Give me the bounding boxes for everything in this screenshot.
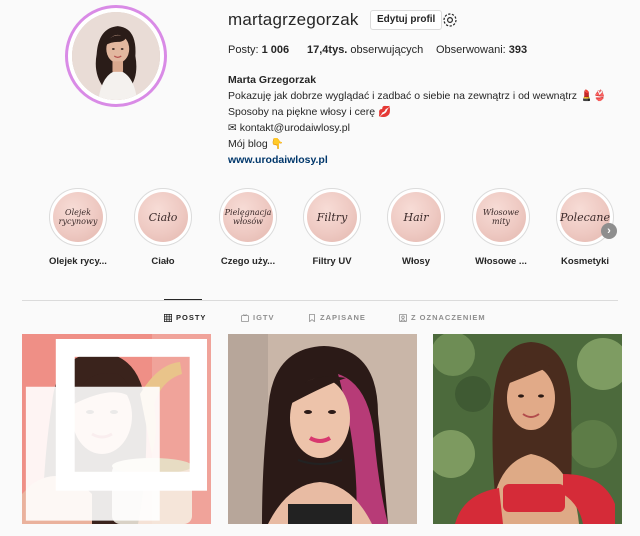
stat-following[interactable]: Obserwowani: 393 (436, 44, 527, 56)
bio-line-3: ✉ kontakt@urodaiwlosy.pl (228, 122, 350, 134)
profile-tabs: POSTY IGTV ZAPISANE Z OZNACZENIEM (0, 313, 640, 327)
highlight-ring[interactable]: Filtry (303, 188, 361, 246)
grid-icon (164, 313, 172, 322)
tab-tagged[interactable]: Z OZNACZENIEM (399, 313, 486, 322)
post-thumbnail[interactable] (22, 334, 211, 524)
highlights-next-arrow-icon[interactable]: › (601, 223, 617, 239)
bio-full-name: Marta Grzegorzak (228, 74, 317, 86)
highlight-cover: Pielęgnacja włosów (223, 192, 273, 242)
highlight-cover-text: Polecane (560, 210, 610, 224)
stat-posts-label: Posty: (228, 44, 262, 56)
tab-igtv[interactable]: IGTV (241, 313, 275, 322)
highlight-cover-text: Włosowe mity (482, 208, 520, 226)
highlight-ring[interactable]: Ciało (134, 188, 192, 246)
highlight-item[interactable]: Hair Włosy (376, 188, 456, 267)
highlight-label: Filtry UV (312, 256, 352, 267)
highlight-item[interactable]: Ciało Ciało (123, 188, 203, 267)
stat-followers-value: 17,4tys. (307, 44, 348, 56)
tabs-divider (22, 300, 618, 301)
settings-gear-icon[interactable] (441, 11, 459, 29)
highlight-ring[interactable]: Hair (387, 188, 445, 246)
tab-posts[interactable]: POSTY (164, 313, 206, 322)
stat-posts: Posty: 1 006 (228, 44, 289, 56)
highlight-label: Ciało (151, 256, 175, 267)
bio-website-link[interactable]: www.urodaiwlosy.pl (228, 152, 628, 168)
tab-saved-label: ZAPISANE (320, 313, 366, 322)
highlight-item[interactable]: Pielęgnacja włosów Czego uży... (208, 188, 288, 267)
post-image (228, 334, 417, 524)
bio-line-4: Mój blog 👇 (228, 138, 284, 150)
highlight-ring[interactable]: Włosowe mity (472, 188, 530, 246)
tab-tagged-label: Z OZNACZENIEM (411, 313, 486, 322)
highlight-cover: Hair (391, 192, 441, 242)
bio-line-2: Sposoby na piękne włosy i cerę 💋 (228, 106, 392, 118)
tab-saved[interactable]: ZAPISANE (308, 313, 366, 322)
avatar-photo (72, 12, 160, 100)
edit-profile-button[interactable]: Edytuj profil (370, 10, 443, 30)
bookmark-icon (309, 313, 315, 322)
bio-line-1: Pokazuję jak dobrze wyglądać i zadbać o … (228, 90, 607, 102)
highlight-cover: Olejek rycynowy (53, 192, 103, 242)
stat-followers[interactable]: 17,4tys. obserwujących (307, 44, 423, 56)
profile-bio: Marta Grzegorzak Pokazuję jak dobrze wyg… (228, 72, 628, 168)
tv-icon (241, 313, 249, 322)
tab-posts-label: POSTY (176, 313, 207, 322)
highlight-cover: Filtry (307, 192, 357, 242)
post-thumbnail[interactable] (433, 334, 622, 524)
stat-posts-value: 1 006 (261, 44, 290, 56)
highlight-label: Kosmetyki (560, 256, 610, 267)
highlight-label: Włosowe ... (475, 256, 527, 267)
post-thumbnail[interactable] (228, 334, 417, 524)
post-image (433, 334, 622, 524)
highlight-item[interactable]: Włosowe mity Włosowe ... (461, 188, 541, 267)
highlight-label: Włosy (402, 256, 430, 267)
highlight-item[interactable]: Olejek rycynowy Olejek rycy... (38, 188, 118, 267)
highlight-ring[interactable]: Pielęgnacja włosów (219, 188, 277, 246)
highlight-ring[interactable]: Olejek rycynowy (49, 188, 107, 246)
tab-igtv-label: IGTV (253, 313, 275, 322)
active-tab-indicator (164, 299, 202, 300)
highlight-cover: Włosowe mity (476, 192, 526, 242)
story-highlights: Olejek rycynowy Olejek rycy... Ciało Cia… (0, 188, 640, 278)
stat-followers-label: obserwujących (347, 44, 424, 56)
highlight-cover-text: Filtry (316, 210, 348, 224)
profile-avatar-ring[interactable] (65, 5, 167, 107)
highlight-cover: Ciało (138, 192, 188, 242)
highlight-cover-text: Pielęgnacja włosów (224, 208, 272, 226)
highlight-cover-text: Olejek rycynowy (58, 208, 98, 226)
highlight-cover-text: Ciało (148, 210, 178, 224)
multiple-photos-icon (25, 339, 207, 521)
profile-username: martagrzegorzak (228, 10, 359, 29)
stat-following-label: Obserwowani: (436, 44, 509, 56)
highlight-cover-text: Hair (403, 210, 429, 224)
profile-avatar[interactable] (72, 12, 160, 100)
tag-icon (399, 313, 407, 322)
highlight-label: Czego uży... (220, 256, 276, 267)
highlight-item[interactable]: Filtry Filtry UV (292, 188, 372, 267)
highlight-label: Olejek rycy... (49, 256, 107, 267)
stat-following-value: 393 (508, 44, 528, 56)
